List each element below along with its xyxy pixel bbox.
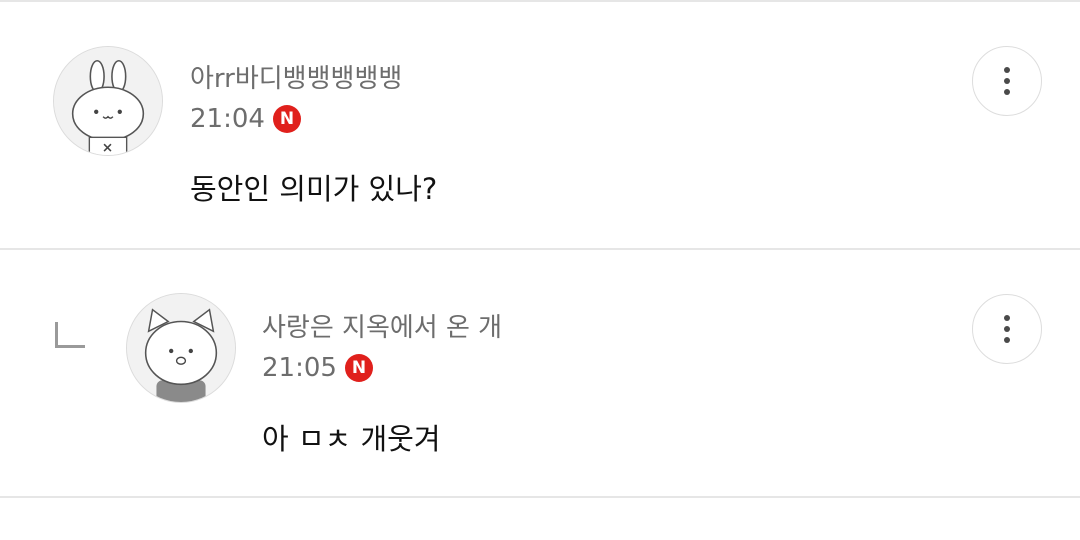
new-badge-icon: N: [272, 105, 301, 133]
cat-avatar-icon[interactable]: [126, 293, 236, 403]
comment-username[interactable]: 사랑은 지옥에서 온 개: [262, 307, 502, 344]
new-badge-icon: N: [344, 354, 373, 382]
more-options-button[interactable]: [972, 46, 1042, 116]
comment-timestamp: 21:04: [190, 104, 265, 134]
more-options-button[interactable]: [972, 294, 1042, 364]
comment-text: 아 ㅁㅊ 개웃겨: [262, 422, 441, 456]
comment-meta: 21:05 N: [262, 353, 373, 383]
comment-divider: [0, 496, 1080, 498]
comment-meta: 21:04 N: [190, 104, 301, 134]
comment-item: 아rr바디뱅뱅뱅뱅뱅 21:04 N 동안인 의미가 있나?: [0, 0, 1080, 250]
comment-text: 동안인 의미가 있나?: [190, 172, 438, 206]
vertical-ellipsis-icon: [1004, 315, 1010, 321]
reply-corner-icon: [55, 322, 85, 348]
comment-timestamp: 21:05: [262, 353, 337, 383]
rabbit-avatar-icon[interactable]: [53, 46, 163, 156]
comment-username[interactable]: 아rr바디뱅뱅뱅뱅뱅: [190, 58, 402, 95]
vertical-ellipsis-icon: [1004, 67, 1010, 73]
